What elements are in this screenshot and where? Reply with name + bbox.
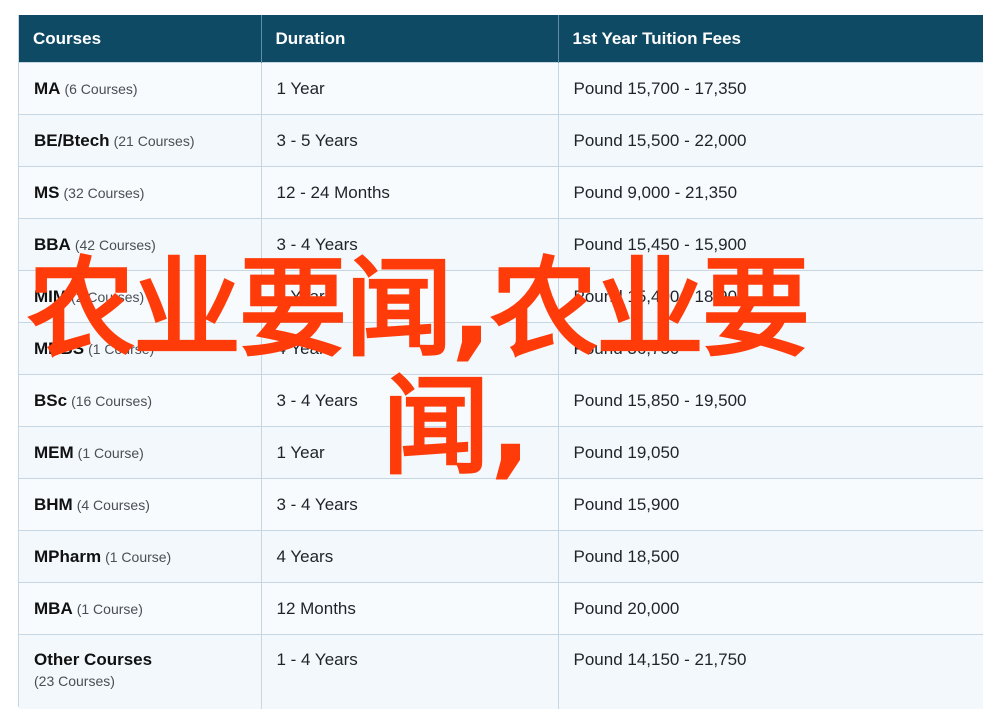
table-row: MBBS (1 Course) 4 Years Pound 36,750 xyxy=(19,322,983,375)
course-count: (1 Course) xyxy=(88,340,155,357)
course-count: (2 Courses) xyxy=(71,288,145,305)
course-count: (23 Courses) xyxy=(34,673,115,689)
header-duration: Duration xyxy=(261,15,559,63)
fees-cell: Pound 9,000 - 21,350 xyxy=(558,166,983,219)
course-cell: Other Courses (23 Courses) xyxy=(19,634,262,709)
table-row: MEM (1 Course) 1 Year Pound 19,050 xyxy=(19,426,983,479)
fees-cell: Pound 15,400 - 18,900 xyxy=(558,270,983,323)
table-row: MBA (1 Course) 12 Months Pound 20,000 xyxy=(19,582,983,635)
fees-cell: Pound 15,900 xyxy=(558,478,983,531)
table-body: MA (6 Courses) 1 Year Pound 15,700 - 17,3… xyxy=(19,62,983,709)
duration-cell: 1 - 4 Years xyxy=(261,634,559,709)
duration-cell: 1 Year xyxy=(261,426,559,479)
fees-cell: Pound 15,850 - 19,500 xyxy=(558,374,983,427)
table-row: BSc (16 Courses) 3 - 4 Years Pound 15,850… xyxy=(19,374,983,427)
header-row: Courses Duration 1st Year Tuition Fees xyxy=(19,15,983,63)
course-count: (21 Courses) xyxy=(113,132,195,149)
duration-cell: 3 - 4 Years xyxy=(261,478,559,531)
fees-cell: Pound 14,150 - 21,750 xyxy=(558,634,983,709)
course-name[interactable]: MPharm xyxy=(34,547,101,566)
fees-cell: Pound 36,750 xyxy=(558,322,983,375)
fees-cell: Pound 20,000 xyxy=(558,582,983,635)
header-courses: Courses xyxy=(19,15,262,63)
course-fees-table: Courses Duration 1st Year Tuition Fees M… xyxy=(19,15,983,709)
table-row: MIM (2 Courses) 1 Year Pound 15,400 - 18,… xyxy=(19,270,983,323)
duration-cell: 1 Year xyxy=(261,270,559,323)
course-cell: MBA (1 Course) xyxy=(19,582,262,635)
fees-cell: Pound 15,700 - 17,350 xyxy=(558,62,983,115)
course-name[interactable]: BHM xyxy=(34,495,73,514)
course-cell: MA (6 Courses) xyxy=(19,62,262,115)
course-cell: BHM (4 Courses) xyxy=(19,478,262,531)
table-row: MA (6 Courses) 1 Year Pound 15,700 - 17,3… xyxy=(19,62,983,115)
header-tuition-fees: 1st Year Tuition Fees xyxy=(558,15,983,63)
course-name[interactable]: BSc xyxy=(34,391,67,410)
table-row: Other Courses (23 Courses) 1 - 4 Years Po… xyxy=(19,634,983,709)
course-count: (32 Courses) xyxy=(63,184,145,201)
duration-cell: 3 - 5 Years xyxy=(261,114,559,167)
fees-cell: Pound 19,050 xyxy=(558,426,983,479)
course-cell: MS (32 Courses) xyxy=(19,166,262,219)
fees-cell: Pound 15,450 - 15,900 xyxy=(558,218,983,271)
course-cell: BE/Btech (21 Courses) xyxy=(19,114,262,167)
fees-cell: Pound 18,500 xyxy=(558,530,983,583)
course-count: (1 Course) xyxy=(76,600,143,617)
course-name[interactable]: BBA xyxy=(34,235,71,254)
table-row: BHM (4 Courses) 3 - 4 Years Pound 15,900 xyxy=(19,478,983,531)
course-name[interactable]: MA xyxy=(34,79,60,98)
table-row: BBA (42 Courses) 3 - 4 Years Pound 15,450… xyxy=(19,218,983,271)
duration-cell: 4 Years xyxy=(261,322,559,375)
course-cell: MEM (1 Course) xyxy=(19,426,262,479)
course-cell: BSc (16 Courses) xyxy=(19,374,262,427)
course-cell: BBA (42 Courses) xyxy=(19,218,262,271)
duration-cell: 4 Years xyxy=(261,530,559,583)
duration-cell: 3 - 4 Years xyxy=(261,218,559,271)
course-cell: MPharm (1 Course) xyxy=(19,530,262,583)
table-row: MS (32 Courses) 12 - 24 Months Pound 9,00… xyxy=(19,166,983,219)
course-name[interactable]: MEM xyxy=(34,443,74,462)
table-row: BE/Btech (21 Courses) 3 - 5 Years Pound 1… xyxy=(19,114,983,167)
duration-cell: 3 - 4 Years xyxy=(261,374,559,427)
table-row: MPharm (1 Course) 4 Years Pound 18,500 xyxy=(19,530,983,583)
course-fees-table-container: Courses Duration 1st Year Tuition Fees M… xyxy=(18,15,983,709)
fees-cell: Pound 15,500 - 22,000 xyxy=(558,114,983,167)
course-name[interactable]: MIM xyxy=(34,287,67,306)
course-name[interactable]: MS xyxy=(34,183,60,202)
course-cell: MIM (2 Courses) xyxy=(19,270,262,323)
course-cell: MBBS (1 Course) xyxy=(19,322,262,375)
duration-cell: 12 - 24 Months xyxy=(261,166,559,219)
course-name[interactable]: MBA xyxy=(34,599,73,618)
table-header: Courses Duration 1st Year Tuition Fees xyxy=(19,15,983,63)
course-name[interactable]: MBBS xyxy=(34,339,84,358)
duration-cell: 1 Year xyxy=(261,62,559,115)
course-count: (16 Courses) xyxy=(71,392,152,409)
course-name[interactable]: BE/Btech xyxy=(34,131,110,150)
course-count: (42 Courses) xyxy=(74,236,156,253)
course-count: (1 Course) xyxy=(105,548,172,565)
duration-cell: 12 Months xyxy=(261,582,559,635)
course-count: (1 Course) xyxy=(77,444,144,461)
course-count: (4 Courses) xyxy=(76,496,150,513)
course-name[interactable]: Other Courses xyxy=(34,650,152,669)
course-count: (6 Courses) xyxy=(64,80,138,97)
